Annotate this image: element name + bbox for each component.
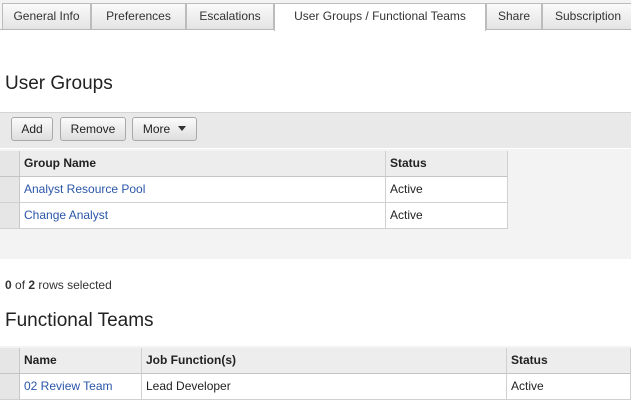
job-function-cell: Lead Developer [142, 374, 507, 400]
group-name-link[interactable]: Change Analyst [20, 203, 386, 229]
select-column-header [0, 151, 20, 177]
column-header-job-functions[interactable]: Job Function(s) [142, 348, 507, 374]
user-groups-heading: User Groups [5, 73, 113, 94]
more-button-label: More [142, 122, 171, 136]
group-name-link[interactable]: Analyst Resource Pool [20, 177, 386, 203]
row-selector[interactable] [0, 203, 20, 229]
selected-count: 0 [5, 278, 12, 292]
column-header-status[interactable]: Status [386, 151, 508, 177]
status-cell: Active [386, 203, 508, 229]
tab-user-groups-functional-teams[interactable]: User Groups / Functional Teams [274, 3, 486, 31]
column-header-group-name[interactable]: Group Name [20, 151, 386, 177]
status-cell: Active [386, 177, 508, 203]
row-selector[interactable] [0, 374, 20, 400]
functional-teams-heading: Functional Teams [5, 310, 154, 331]
caret-down-icon [178, 126, 187, 132]
remove-button[interactable]: Remove [60, 117, 126, 141]
table-row[interactable]: Analyst Resource Pool Active [0, 177, 508, 203]
rows-selected-status: 0 of 2 rows selected [5, 278, 112, 292]
table-row[interactable]: 02 Review Team Lead Developer Active [0, 374, 631, 400]
more-button[interactable]: More [132, 117, 197, 141]
tab-strip: General Info Preferences Escalations Use… [0, 0, 631, 31]
tab-preferences[interactable]: Preferences [91, 3, 186, 29]
functional-teams-header-row: Name Job Function(s) Status [0, 348, 631, 374]
team-name-link[interactable]: 02 Review Team [20, 374, 142, 400]
tab-escalations[interactable]: Escalations [186, 3, 274, 29]
tab-subscription[interactable]: Subscription [542, 3, 631, 29]
column-header-status[interactable]: Status [507, 348, 631, 374]
tab-general-info[interactable]: General Info [2, 3, 91, 29]
add-button[interactable]: Add [11, 117, 53, 141]
selected-suffix: rows selected [35, 278, 112, 292]
column-header-name[interactable]: Name [20, 348, 142, 374]
tab-share[interactable]: Share [486, 3, 542, 29]
user-groups-header-row: Group Name Status [0, 151, 508, 177]
table-row[interactable]: Change Analyst Active [0, 203, 508, 229]
selected-of-text: of [11, 278, 29, 292]
row-selector[interactable] [0, 177, 20, 203]
status-cell: Active [507, 374, 631, 400]
select-column-header [0, 348, 20, 374]
